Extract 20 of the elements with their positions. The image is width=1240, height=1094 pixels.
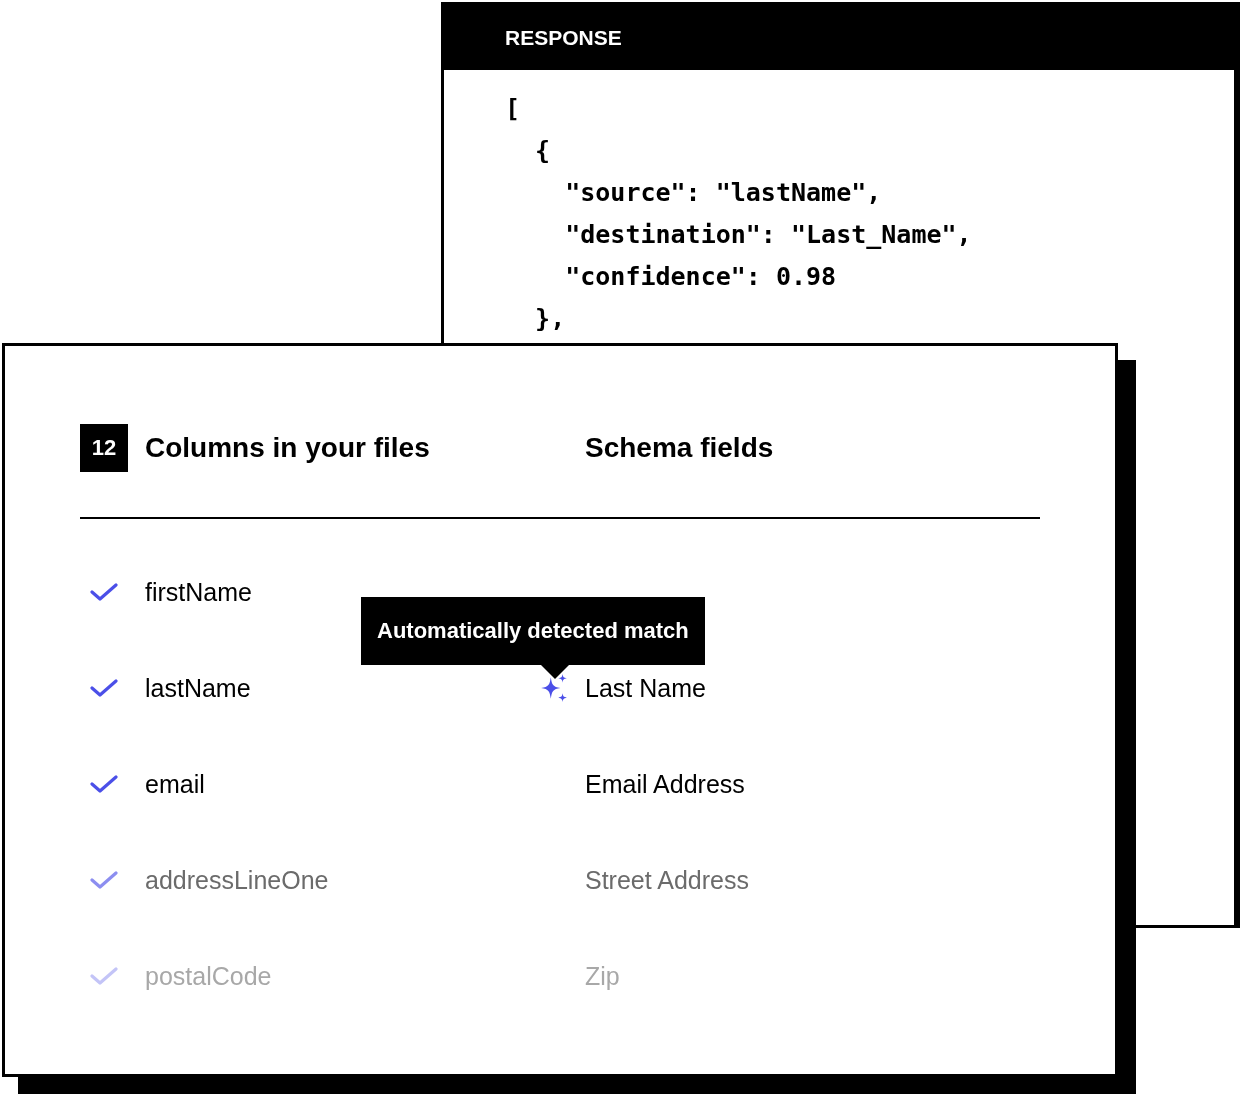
- column-name: addressLineOne: [145, 865, 329, 895]
- schema-field: Zip: [585, 961, 620, 991]
- schema-heading: Schema fields: [585, 432, 774, 464]
- schema-field: Street Address: [585, 865, 749, 895]
- schema-field: Last Name: [585, 673, 706, 703]
- tooltip-pointer: [541, 664, 569, 679]
- code-line: },: [534, 303, 566, 335]
- column-name: postalCode: [145, 961, 272, 991]
- response-title: RESPONSE: [505, 25, 622, 50]
- code-line: "destination": "Last_Name",: [564, 219, 972, 251]
- code-line: "confidence": 0.98: [564, 261, 837, 293]
- columns-heading: Columns in your files: [145, 432, 430, 464]
- column-name: email: [145, 769, 205, 799]
- count-badge: 12: [80, 424, 128, 472]
- column-name: lastName: [145, 673, 251, 703]
- code-line: [: [505, 93, 521, 125]
- code-line: "source": "lastName",: [564, 177, 882, 209]
- column-name: firstName: [145, 577, 252, 607]
- code-line: {: [534, 135, 551, 167]
- schema-field: Email Address: [585, 769, 745, 799]
